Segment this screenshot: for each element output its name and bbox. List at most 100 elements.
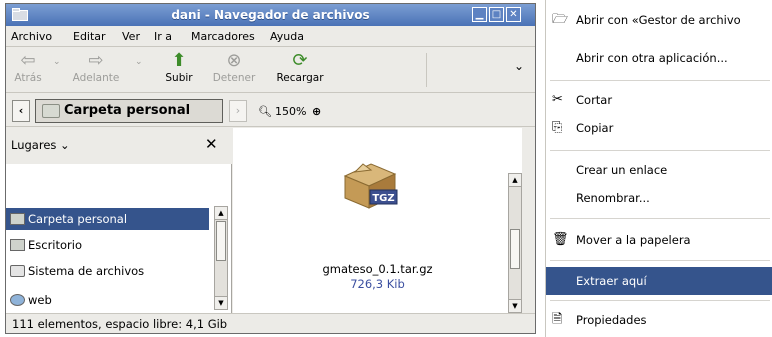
menu-item-make-link[interactable]: Crear un enlace xyxy=(546,156,772,184)
arrow-up-icon: ⬆ xyxy=(171,50,187,71)
menu-separator xyxy=(550,300,770,301)
chevron-down-icon: ⌄ xyxy=(60,138,70,152)
scroll-up-arrow-icon[interactable]: ▲ xyxy=(215,207,227,220)
menu-item-label: Cortar xyxy=(576,93,613,107)
menu-separator xyxy=(550,150,770,151)
places-label: Lugares xyxy=(11,138,57,152)
menu-item-copy[interactable]: ⎘ Copiar xyxy=(546,114,772,142)
scroll-thumb[interactable] xyxy=(510,229,520,269)
path-left-arrow-icon[interactable]: ‹ xyxy=(12,100,30,122)
sidebar-item-label: Carpeta personal xyxy=(28,212,128,226)
window-title: dani - Navegador de archivos xyxy=(171,8,370,22)
zoom-out-icon[interactable]: 🔍︎ xyxy=(258,105,272,118)
menu-item-properties[interactable]: 🗎 Propiedades xyxy=(546,306,772,334)
path-button-home[interactable]: Carpeta personal xyxy=(35,99,223,123)
menu-item-label: Mover a la papelera xyxy=(576,233,691,247)
menu-item-extract-here[interactable]: Extraer aquí xyxy=(546,267,772,295)
toolbar-separator xyxy=(426,53,427,87)
forward-label: Adelante xyxy=(72,72,120,84)
scroll-up-arrow-icon[interactable]: ▲ xyxy=(509,174,521,187)
forward-history-chevron-icon[interactable]: ⌄ xyxy=(135,57,143,67)
location-bar: ‹ Carpeta personal › 🔍︎ 150% ⊕ xyxy=(6,94,535,127)
back-label: Atrás xyxy=(14,72,42,84)
stop-button[interactable]: ⊗ Detener xyxy=(206,50,262,84)
menu-item-trash[interactable]: 🗑 Mover a la papelera xyxy=(546,226,772,254)
desktop-icon xyxy=(10,239,25,251)
status-bar: 111 elementos, espacio libre: 4,1 Gib xyxy=(6,313,535,334)
menu-editar[interactable]: Editar xyxy=(73,30,106,43)
side-pane-scrollbar[interactable]: ▲ ▼ xyxy=(214,206,228,310)
scroll-thumb[interactable] xyxy=(216,221,226,261)
reload-button[interactable]: ⟳ Recargar xyxy=(270,50,330,84)
sidebar-item-sistema-de-archivos[interactable]: Sistema de archivos xyxy=(6,260,209,282)
path-button-label: Carpeta personal xyxy=(64,103,191,118)
arrow-right-icon: ⇨ xyxy=(88,50,104,71)
zoom-level[interactable]: 150% xyxy=(275,105,306,118)
tgz-archive-icon[interactable]: TGZ xyxy=(341,160,399,210)
file-view[interactable]: TGZ gmateso_0.1.tar.gz 726,3 Kib ▲ ▼ xyxy=(233,128,522,313)
menu-item-label: Renombrar... xyxy=(576,191,650,205)
file-view-scrollbar[interactable]: ▲ ▼ xyxy=(508,173,522,313)
reload-label: Recargar xyxy=(276,72,324,84)
file-name[interactable]: gmateso_0.1.tar.gz xyxy=(233,262,522,276)
home-folder-icon xyxy=(42,104,60,118)
menu-item-label: Abrir con «Gestor de archivo xyxy=(576,13,741,27)
menu-item-label: Extraer aquí xyxy=(576,274,647,288)
menu-bar: Archivo Editar Ver Ir a Marcadores Ayuda xyxy=(6,26,535,47)
stop-label: Detener xyxy=(212,72,256,84)
menu-archivo[interactable]: Archivo xyxy=(11,30,52,43)
zoom-in-icon[interactable]: ⊕ xyxy=(312,105,321,118)
menu-marcadores[interactable]: Marcadores xyxy=(191,30,255,43)
menu-ver[interactable]: Ver xyxy=(122,30,140,43)
up-button[interactable]: ⬆ Subir xyxy=(162,50,196,84)
tgz-badge: TGZ xyxy=(372,193,394,204)
home-folder-icon xyxy=(10,213,25,225)
sidebar-item-web[interactable]: web xyxy=(6,289,209,307)
toolbar: ⇦ Atrás ⌄ ⇨ Adelante ⌄ ⬆ Subir ⊗ Detener… xyxy=(6,47,535,93)
close-icon[interactable]: ✕ xyxy=(205,135,218,153)
stop-icon: ⊗ xyxy=(226,50,242,71)
reload-icon: ⟳ xyxy=(292,50,308,71)
menu-ir-a[interactable]: Ir a xyxy=(154,30,172,43)
up-label: Subir xyxy=(165,72,193,84)
back-button[interactable]: ⇦ Atrás xyxy=(10,50,46,84)
menu-item-cut[interactable]: ✂ Cortar xyxy=(546,86,772,114)
maximize-button[interactable]: □ xyxy=(489,7,504,22)
path-right-arrow-icon[interactable]: › xyxy=(229,100,247,122)
menu-item-label: Abrir con otra aplicación... xyxy=(576,51,728,65)
minimize-button[interactable]: ▁ xyxy=(472,7,487,22)
side-pane-header: Lugares ⌄ ✕ xyxy=(6,128,232,164)
menu-item-label: Crear un enlace xyxy=(576,163,668,177)
sidebar-item-label: web xyxy=(28,293,52,307)
file-size: 726,3 Kib xyxy=(350,277,405,291)
close-button[interactable]: ✕ xyxy=(506,7,521,22)
file-browser-window: dani - Navegador de archivos ▁ □ ✕ Archi… xyxy=(5,3,536,334)
title-bar[interactable]: dani - Navegador de archivos ▁ □ ✕ xyxy=(6,4,535,26)
menu-item-open-with-app[interactable]: 🗁 Abrir con «Gestor de archivo xyxy=(546,6,772,34)
menu-ayuda[interactable]: Ayuda xyxy=(270,30,304,43)
menu-item-label: Copiar xyxy=(576,121,614,135)
trash-icon: 🗑 xyxy=(552,232,569,247)
menu-item-label: Propiedades xyxy=(576,313,647,327)
menu-separator xyxy=(550,80,770,81)
menu-item-rename[interactable]: Renombrar... xyxy=(546,184,772,212)
sidebar-item-carpeta-personal[interactable]: Carpeta personal xyxy=(6,208,209,230)
toolbar-overflow-chevron-icon[interactable]: ⌄ xyxy=(514,59,524,73)
context-menu: 🗁 Abrir con «Gestor de archivo Abrir con… xyxy=(545,0,772,337)
menu-item-open-with-other[interactable]: Abrir con otra aplicación... xyxy=(546,44,772,72)
sidebar-item-escritorio[interactable]: Escritorio xyxy=(6,234,209,256)
scroll-down-arrow-icon[interactable]: ▼ xyxy=(215,296,227,309)
menu-separator xyxy=(550,218,770,219)
sidebar-item-label: Escritorio xyxy=(28,238,83,252)
drive-icon xyxy=(10,265,25,277)
scissors-icon: ✂ xyxy=(552,92,563,107)
places-selector[interactable]: Lugares ⌄ xyxy=(11,138,70,152)
sidebar-item-label: Sistema de archivos xyxy=(28,264,145,278)
forward-button[interactable]: ⇨ Adelante xyxy=(66,50,126,84)
arrow-left-icon: ⇦ xyxy=(20,50,36,71)
folder-open-icon: 🗁 xyxy=(552,12,569,27)
scroll-down-arrow-icon[interactable]: ▼ xyxy=(509,299,521,312)
network-icon xyxy=(10,294,25,306)
menu-separator xyxy=(550,260,770,261)
back-history-chevron-icon[interactable]: ⌄ xyxy=(53,57,61,67)
